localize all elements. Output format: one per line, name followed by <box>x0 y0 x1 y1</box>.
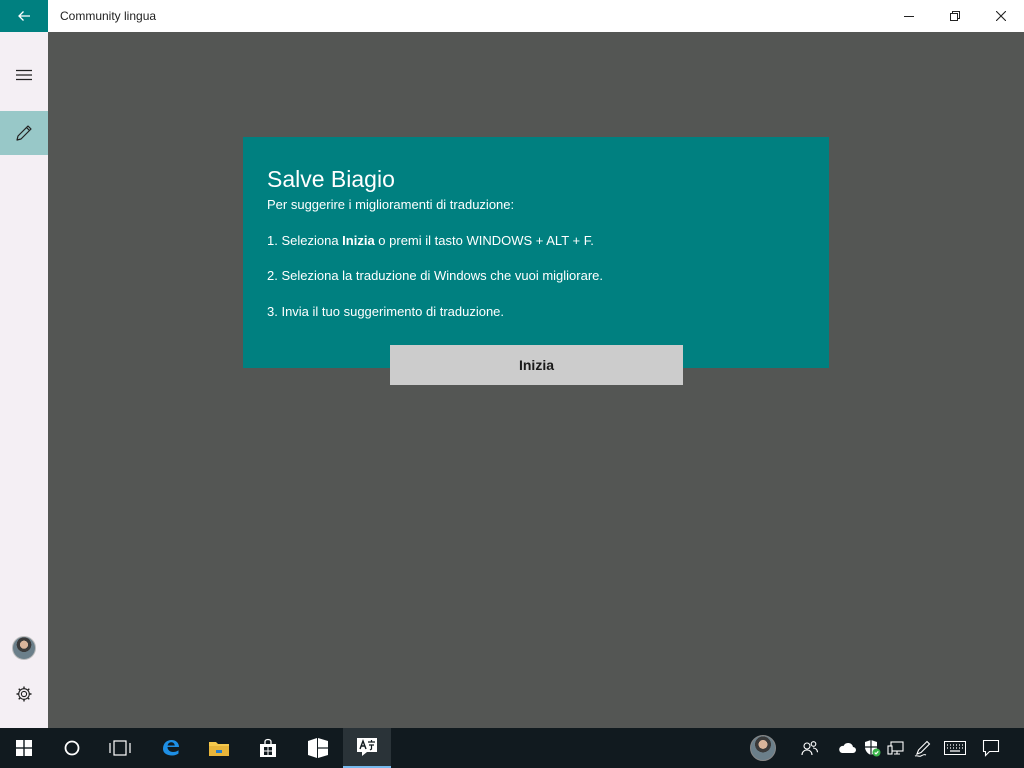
settings-button[interactable] <box>0 672 48 716</box>
step-1-suffix: o premi il tasto WINDOWS + ALT + F. <box>374 233 594 248</box>
minimize-icon <box>904 16 914 17</box>
start-button-taskbar[interactable] <box>0 728 48 768</box>
step-3: 3. Invia il tuo suggerimento di traduzio… <box>267 304 505 319</box>
edge-browser-icon <box>163 740 179 756</box>
left-nav <box>0 32 48 728</box>
touch-keyboard-button[interactable] <box>942 728 968 768</box>
back-arrow-icon <box>18 11 30 21</box>
hamburger-menu-icon <box>16 69 32 81</box>
close-button[interactable] <box>978 0 1024 32</box>
minimize-button[interactable] <box>886 0 932 32</box>
folder-icon <box>209 742 229 756</box>
user-account-button[interactable] <box>0 626 48 670</box>
start-button[interactable]: Inizia <box>390 345 683 385</box>
restore-icon <box>950 11 960 21</box>
task-view-button[interactable] <box>96 728 144 768</box>
translate-icon <box>357 738 377 756</box>
file-explorer-button[interactable] <box>195 728 243 768</box>
avatar <box>12 636 36 660</box>
close-icon <box>996 11 1006 21</box>
pen-icon <box>914 740 931 757</box>
step-2: 2. Seleziona la traduzione di Windows ch… <box>267 268 604 283</box>
title-bar: Community lingua <box>0 0 1024 32</box>
task-view-icon <box>109 740 131 756</box>
intro-text: Per suggerire i miglioramenti di traduzi… <box>267 197 515 212</box>
notification-icon <box>982 739 1000 757</box>
cortana-button[interactable] <box>48 728 96 768</box>
pencil-icon <box>16 125 32 141</box>
people-button[interactable] <box>798 728 822 768</box>
white-tile-icon <box>308 738 328 758</box>
community-lingua-taskbar-button[interactable] <box>343 728 391 768</box>
pen-workspace-button[interactable] <box>911 728 935 768</box>
defender-button[interactable] <box>860 728 884 768</box>
cortana-circle-icon <box>64 740 80 756</box>
step-1: 1. Seleziona Inizia o premi il tasto WIN… <box>267 233 594 248</box>
people-icon <box>801 741 819 756</box>
pinned-app-button[interactable] <box>294 728 342 768</box>
store-button[interactable] <box>244 728 292 768</box>
greeting-title: Salve Biagio <box>267 166 395 192</box>
edge-button[interactable] <box>147 728 195 768</box>
app-title: Community lingua <box>60 9 157 23</box>
network-monitor-icon <box>887 741 904 755</box>
step-1-bold: Inizia <box>342 233 375 248</box>
back-button[interactable] <box>0 0 48 32</box>
welcome-card: Salve Biagio Per suggerire i miglioramen… <box>243 137 829 368</box>
restore-button[interactable] <box>932 0 978 32</box>
nav-item-edit[interactable] <box>0 111 48 155</box>
gear-icon <box>16 686 32 702</box>
action-center-button[interactable] <box>979 728 1003 768</box>
keyboard-icon <box>944 741 966 755</box>
hamburger-menu-button[interactable] <box>0 53 48 97</box>
taskbar <box>0 728 1024 768</box>
store-bag-icon <box>260 738 276 757</box>
people-avatar-button[interactable] <box>750 728 776 768</box>
shield-check-icon <box>865 740 881 757</box>
network-button[interactable] <box>884 728 908 768</box>
avatar <box>750 735 776 761</box>
windows-logo-icon <box>16 740 32 756</box>
onedrive-button[interactable] <box>835 728 859 768</box>
step-1-prefix: 1. Seleziona <box>267 233 343 248</box>
cloud-icon <box>839 742 856 753</box>
